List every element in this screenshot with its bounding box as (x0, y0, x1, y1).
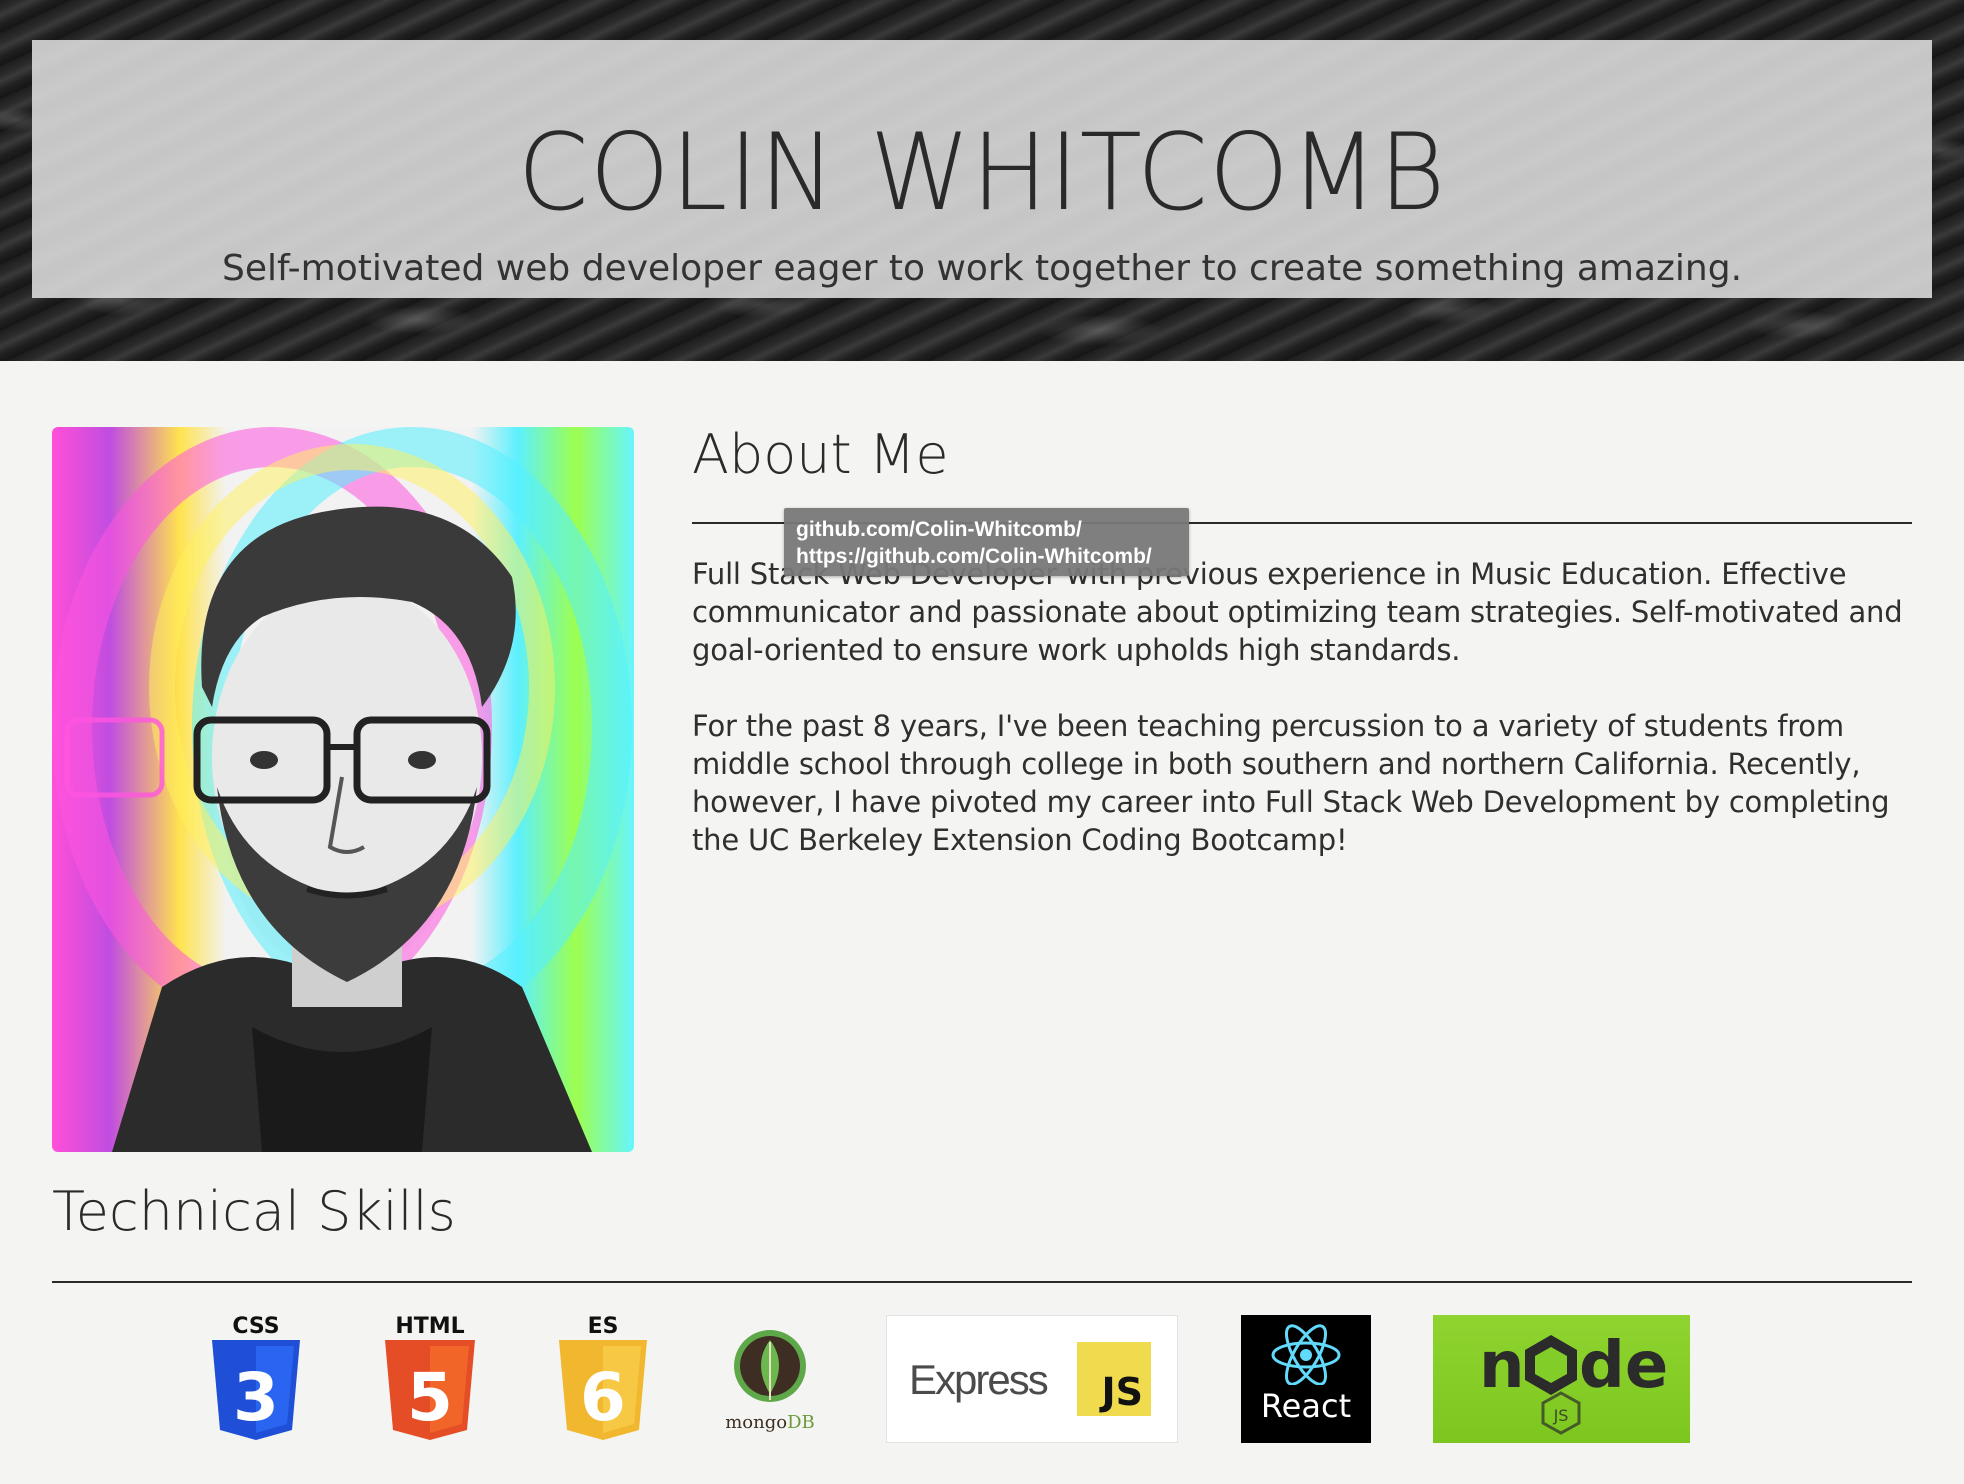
react-label: React (1260, 1387, 1352, 1425)
node-word-n: n (1479, 1329, 1525, 1403)
css3-icon: CSS 3 (212, 1314, 300, 1440)
nodejs-logo: n de JS (1433, 1315, 1690, 1443)
html5-label: HTML (395, 1314, 464, 1339)
es6-number: 6 (580, 1359, 626, 1436)
link-tooltip: github.com/Colin-Whitcomb/ https://githu… (784, 508, 1189, 576)
es6-label: ES (588, 1314, 619, 1339)
about-paragraph: For the past 8 years, I've been teaching… (692, 709, 1890, 857)
html5-number: 5 (407, 1359, 453, 1436)
express-wordmark: Express (909, 1356, 1049, 1403)
css3-label: CSS (232, 1314, 279, 1339)
mongodb-leaf-icon (734, 1330, 806, 1402)
hero-banner: COLIN WHITCOMB Self-motivated web develo… (0, 0, 1964, 361)
portrait-illustration (52, 427, 632, 1152)
es6-logo: ES 6 (553, 1312, 653, 1445)
hero-tagline: Self-motivated web developer eager to wo… (221, 248, 1743, 289)
es6-icon: ES 6 (559, 1314, 647, 1440)
skills-heading: Technical Skills (52, 1180, 456, 1243)
page-title: COLIN WHITCOMB (517, 111, 1447, 234)
mongodb-label: mongoDB (718, 1412, 822, 1433)
profile-photo (52, 427, 634, 1152)
node-js-label: JS (1553, 1406, 1569, 1425)
js-icon: JS (1077, 1342, 1151, 1416)
react-atom-icon (1271, 1324, 1341, 1386)
mongodb-label-mongo: mongo (725, 1412, 788, 1433)
css3-number: 3 (233, 1359, 279, 1436)
mongodb-logo: mongoDB (720, 1328, 820, 1433)
about-body: Full Stack Web Developer with previous e… (692, 555, 1917, 897)
js-label: JS (1101, 1370, 1143, 1414)
skills-divider (52, 1281, 1912, 1283)
mongodb-label-db: DB (787, 1412, 815, 1433)
about-heading: About Me (692, 423, 949, 486)
css3-logo: CSS 3 (206, 1312, 306, 1445)
node-word-de: de (1579, 1329, 1668, 1403)
tooltip-url: https://github.com/Colin-Whitcomb/ (796, 545, 1152, 568)
html5-icon: HTML 5 (385, 1314, 475, 1440)
hero-panel: COLIN WHITCOMB Self-motivated web develo… (32, 40, 1932, 298)
tooltip-title: github.com/Colin-Whitcomb/ (796, 518, 1082, 541)
html5-logo: HTML 5 (379, 1312, 481, 1445)
react-logo: React (1241, 1315, 1371, 1443)
nodejs-icon: n de JS (1479, 1329, 1668, 1435)
expressjs-logo: Express JS (886, 1315, 1178, 1443)
